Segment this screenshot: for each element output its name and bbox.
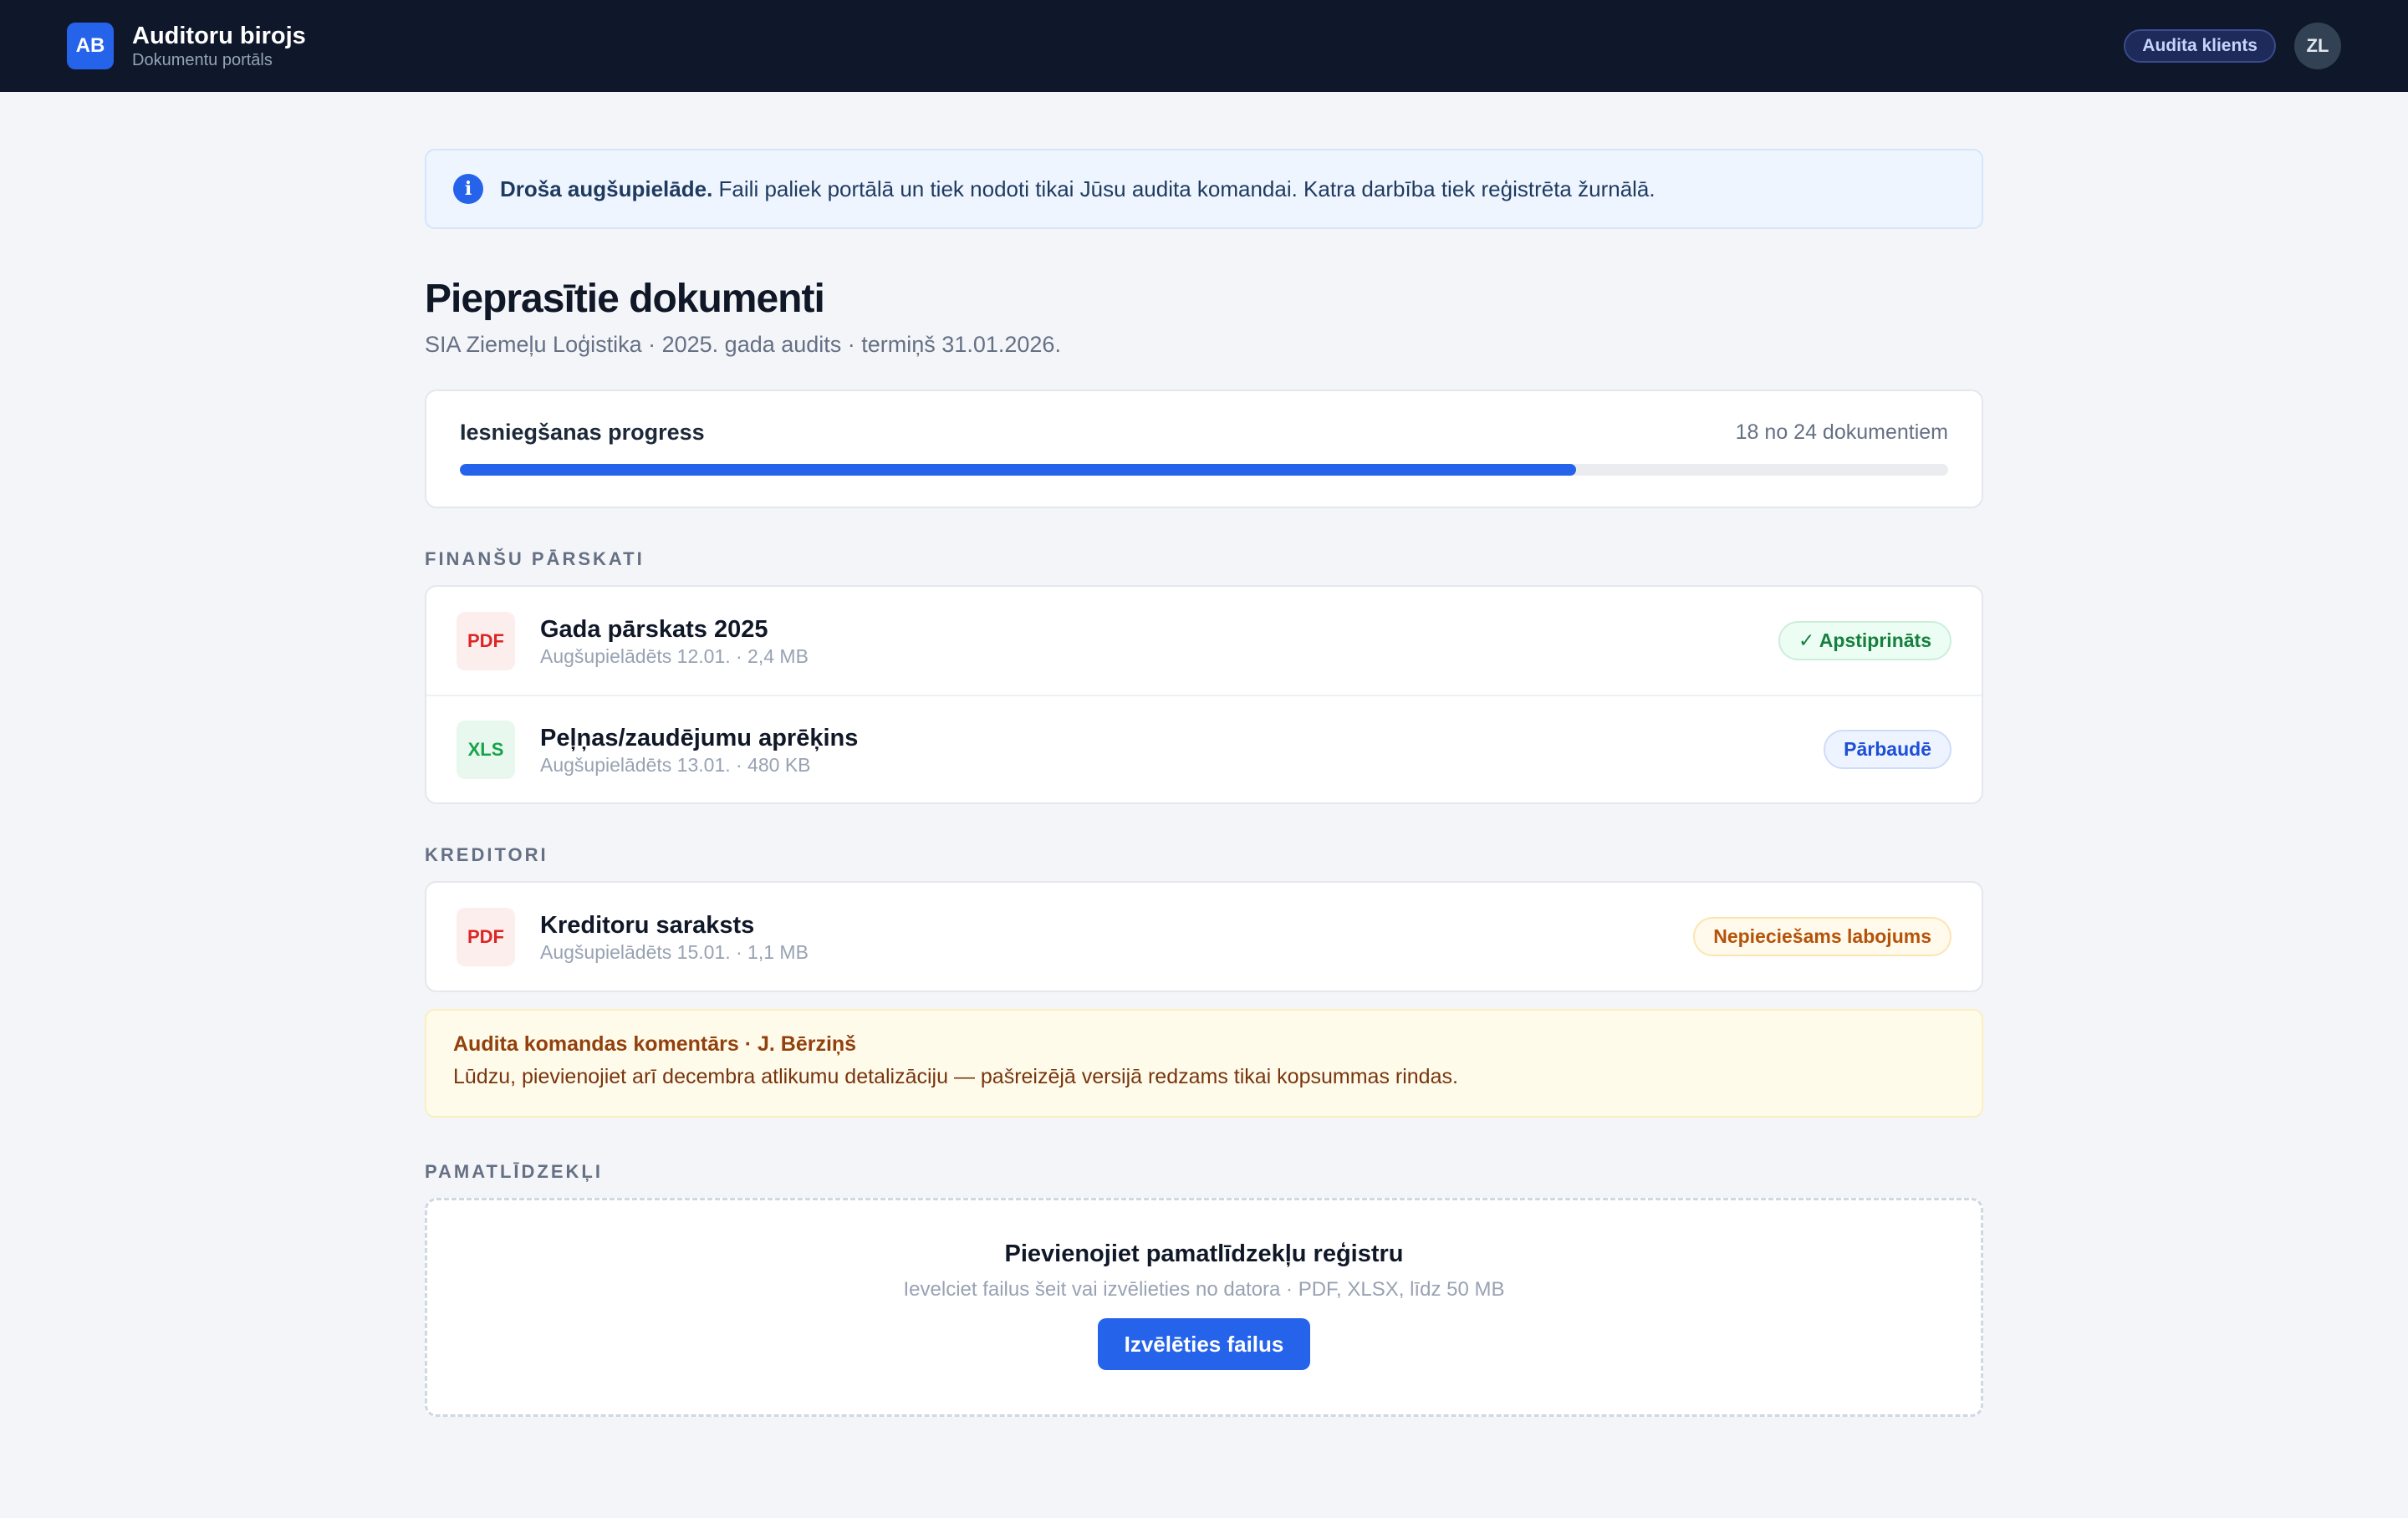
progress-bar (460, 464, 1948, 476)
avatar[interactable]: ZL (2294, 23, 2341, 69)
notice-text: Droša augšupielāde. Faili paliek portālā… (500, 176, 1656, 202)
document-name[interactable]: Kreditoru saraksts (540, 910, 1693, 940)
role-badge: Audita klients (2124, 29, 2276, 63)
brand-logo: AB (67, 23, 114, 69)
document-row[interactable]: XLS Peļņas/zaudējumu aprēķins Augšupielā… (426, 695, 1982, 802)
notice-body: Faili paliek portālā un tiek nodoti tika… (718, 176, 1656, 201)
document-info: Kreditoru saraksts Augšupielādēts 15.01.… (540, 910, 1693, 964)
status-badge-in-review: Pārbaudē (1824, 730, 1951, 769)
top-bar: AB Auditoru birojs Dokumentu portāls Aud… (0, 0, 2408, 92)
document-meta: Augšupielādēts 15.01. · 1,1 MB (540, 940, 809, 963)
section-label-assets: PAMATLĪDZEKĻI (425, 1161, 603, 1182)
status-badge-approved: ✓ Apstiprināts (1778, 621, 1951, 660)
dropzone-hint: Ievelciet failus šeit vai izvēlieties no… (903, 1278, 1505, 1301)
info-icon: i (453, 174, 483, 204)
security-notice: i Droša augšupielāde. Faili paliek portā… (425, 149, 1983, 229)
section-label-creditors: KREDITORI (425, 844, 548, 865)
progress-count: 18 no 24 dokumentiem (1735, 420, 1948, 444)
progress-header: Iesniegšanas progress 18 no 24 dokumenti… (460, 420, 1948, 446)
choose-files-button[interactable]: Izvēlēties failus (1097, 1318, 1311, 1370)
comment-title: Audita komandas komentārs · J. Bērziņš (453, 1032, 857, 1056)
xls-file-icon: XLS (457, 720, 515, 779)
document-meta: Augšupielādēts 13.01. · 480 KB (540, 753, 811, 776)
auditor-comment: Audita komandas komentārs · J. Bērziņš L… (425, 1009, 1983, 1118)
app-title: Auditoru birojs (132, 23, 306, 49)
progress-card: Iesniegšanas progress 18 no 24 dokumenti… (425, 390, 1983, 508)
document-info: Gada pārskats 2025 Augšupielādēts 12.01.… (540, 614, 1778, 668)
page-title: Pieprasītie dokumenti (425, 277, 825, 321)
document-name[interactable]: Peļņas/zaudējumu aprēķins (540, 723, 1824, 753)
dropzone-title: Pievienojiet pamatlīdzekļu reģistru (1004, 1240, 1404, 1267)
brand[interactable]: AB Auditoru birojs Dokumentu portāls (67, 22, 306, 70)
main-content: i Droša augšupielāde. Faili paliek portā… (425, 149, 1983, 1417)
status-badge-needs-fix: Nepieciešams labojums (1693, 917, 1951, 956)
creditors-documents-card: PDF Kreditoru saraksts Augšupielādēts 15… (425, 881, 1983, 992)
brand-text: Auditoru birojs Dokumentu portāls (132, 22, 306, 70)
document-row[interactable]: PDF Gada pārskats 2025 Augšupielādēts 12… (426, 587, 1982, 695)
document-row[interactable]: PDF Kreditoru saraksts Augšupielādēts 15… (426, 883, 1982, 991)
pdf-file-icon: PDF (457, 907, 515, 966)
document-name[interactable]: Gada pārskats 2025 (540, 614, 1778, 644)
progress-label: Iesniegšanas progress (460, 420, 705, 445)
upload-dropzone[interactable]: Pievienojiet pamatlīdzekļu reģistru Ieve… (425, 1198, 1983, 1417)
user-area: Audita klients ZL (2124, 23, 2341, 69)
document-meta: Augšupielādēts 12.01. · 2,4 MB (540, 644, 809, 667)
document-info: Peļņas/zaudējumu aprēķins Augšupielādēts… (540, 723, 1824, 777)
pdf-file-icon: PDF (457, 611, 515, 670)
section-label-finance: FINANŠU PĀRSKATI (425, 548, 645, 569)
app-subtitle: Dokumentu portāls (132, 51, 273, 69)
page-subtitle: SIA Ziemeļu Loģistika · 2025. gada audit… (425, 332, 1061, 357)
finance-documents-card: PDF Gada pārskats 2025 Augšupielādēts 12… (425, 585, 1983, 804)
notice-strong: Droša augšupielāde. (500, 176, 713, 201)
comment-body: Lūdzu, pievienojiet arī decembra atlikum… (453, 1065, 1458, 1088)
progress-bar-fill (460, 464, 1576, 476)
